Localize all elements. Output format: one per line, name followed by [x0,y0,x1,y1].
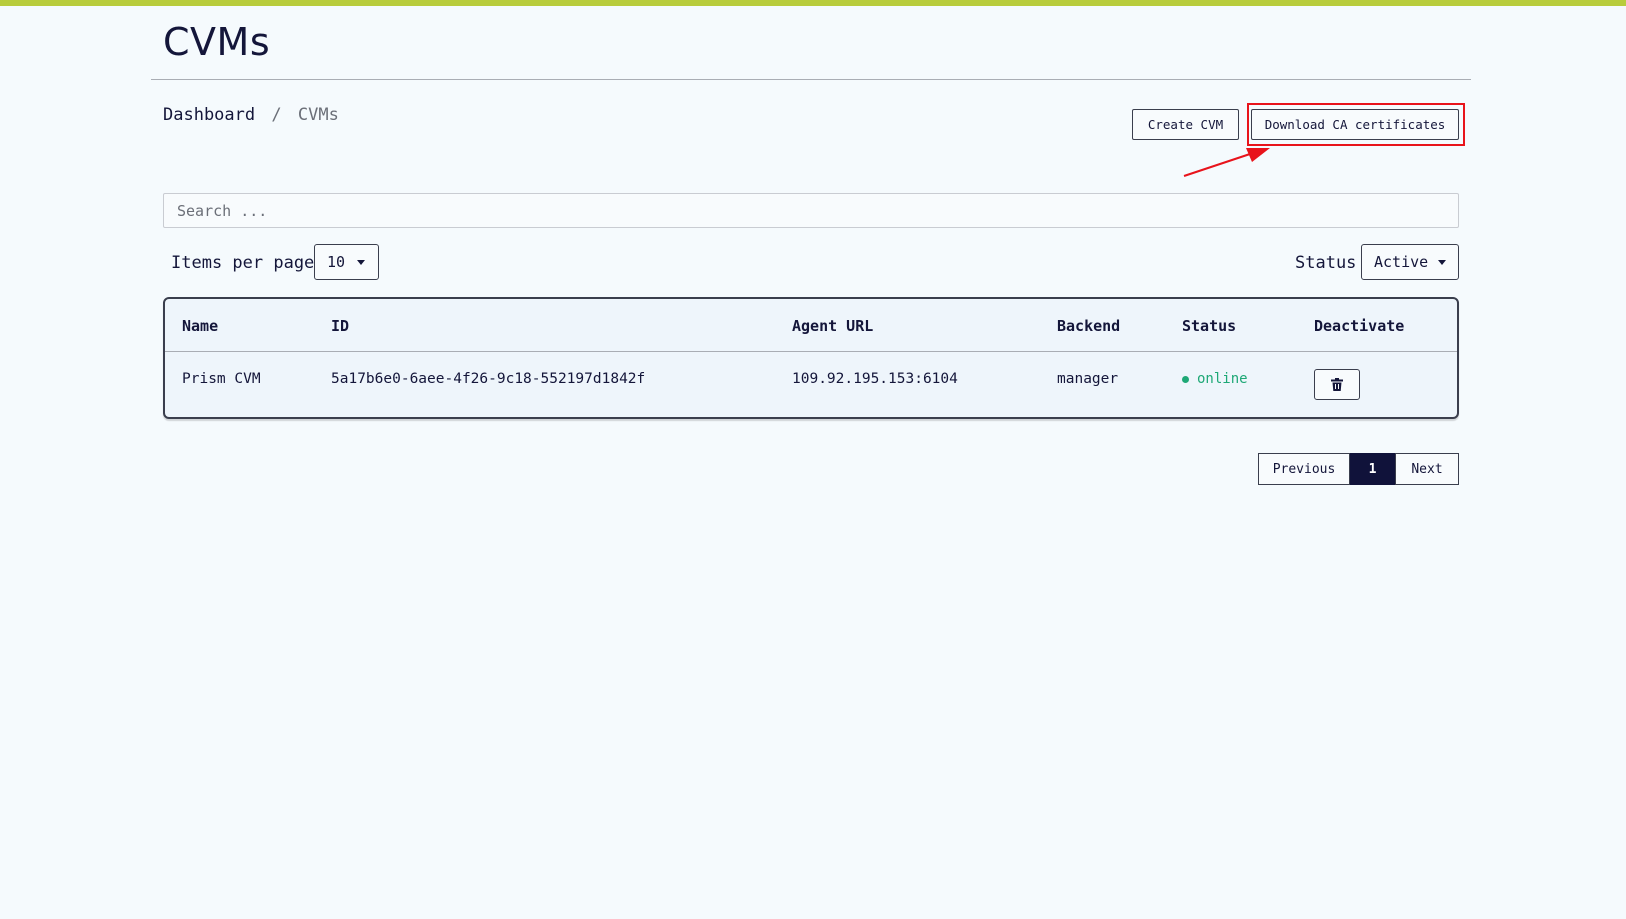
column-header-backend: Backend [1057,317,1121,335]
pagination-previous-button[interactable]: Previous [1258,453,1350,485]
status-filter-select[interactable]: Active [1361,244,1459,280]
status-filter-label: Status [1295,253,1357,273]
items-per-page-label: Items per page [171,253,315,273]
title-divider [151,79,1471,80]
status-filter-value: Active [1374,253,1429,271]
breadcrumb-separator: / [271,105,282,125]
column-header-id: ID [331,317,350,335]
status-dot-icon [1182,375,1189,383]
breadcrumb: Dashboard / CVMs [163,105,339,125]
column-header-deactivate: Deactivate [1314,317,1405,335]
pagination-page-1[interactable]: 1 [1350,453,1395,485]
cell-agent-url: 109.92.195.153:6104 [792,371,958,387]
column-header-status: Status [1182,317,1237,335]
cell-backend: manager [1057,371,1119,387]
cell-id: 5a17b6e0-6aee-4f26-9c18-552197d1842f [331,371,646,387]
column-header-agent-url: Agent URL [792,317,874,335]
highlight-annotation-box [1247,103,1465,146]
items-per-page-select[interactable]: 10 [314,244,379,280]
breadcrumb-current: CVMs [297,105,339,125]
create-cvm-button[interactable]: Create CVM [1132,109,1239,140]
cvm-table: Name ID Agent URL Backend Status Deactiv… [163,297,1459,419]
table-header: Name ID Agent URL Backend Status Deactiv… [165,299,1457,352]
pagination-next-button[interactable]: Next [1395,453,1459,485]
cell-name: Prism CVM [182,371,261,387]
top-accent-bar [0,0,1626,6]
breadcrumb-dashboard-link[interactable]: Dashboard [163,105,255,125]
trash-icon [1331,378,1343,391]
chevron-down-icon [1438,260,1446,265]
column-header-name: Name [182,317,219,335]
status-badge: online [1182,371,1248,387]
status-badge-label: online [1197,371,1248,387]
items-per-page-value: 10 [327,253,346,271]
deactivate-button[interactable] [1314,369,1360,400]
page-title: CVMs [163,20,271,64]
search-input[interactable] [163,193,1459,228]
annotation-arrow [1183,148,1270,177]
chevron-down-icon [357,260,365,265]
